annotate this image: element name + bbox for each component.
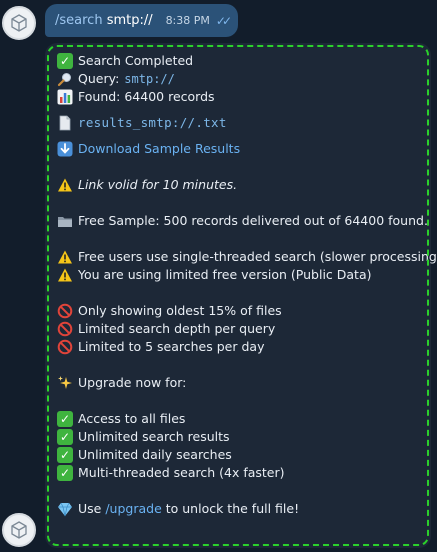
limit-line-1: Only showing oldest 15% of files xyxy=(57,302,421,320)
limit-text: Only showing oldest 15% of files xyxy=(78,303,282,318)
warning-text: Free users use single-threaded search (s… xyxy=(78,249,437,264)
upgrade-heading: Upgrade now for: xyxy=(78,375,187,390)
bar-chart-icon xyxy=(57,89,73,105)
magnifier-icon xyxy=(57,71,73,87)
warning-text: You are using limited free version (Publ… xyxy=(78,267,372,282)
found-line: Found: 64400 records xyxy=(57,88,421,106)
folder-icon xyxy=(57,213,73,229)
warning-line-2: You are using limited free version (Publ… xyxy=(57,266,421,284)
outgoing-message[interactable]: /search smtp:// 8:38 PM ✓✓ xyxy=(45,4,238,37)
query-label: Query: xyxy=(78,71,120,86)
file-attachment[interactable]: results_smtp://.txt xyxy=(57,112,421,134)
gem-icon xyxy=(57,501,73,517)
prohibited-icon xyxy=(57,321,73,337)
warning-icon xyxy=(57,249,73,265)
document-icon xyxy=(57,115,73,131)
limit-line-3: Limited to 5 searches per day xyxy=(57,338,421,356)
warning-icon xyxy=(57,267,73,283)
benefit-text: Unlimited daily searches xyxy=(78,447,232,462)
prohibited-icon xyxy=(57,303,73,319)
benefit-text: Unlimited search results xyxy=(78,429,230,444)
download-line[interactable]: Download Sample Results xyxy=(57,140,421,158)
bot-avatar[interactable] xyxy=(2,513,36,547)
cube-logo-icon xyxy=(11,14,27,32)
free-sample-text: Free Sample: 500 records delivered out o… xyxy=(78,213,428,228)
limit-text: Limited to 5 searches per day xyxy=(78,339,265,354)
warning-icon xyxy=(57,177,73,193)
benefit-line-4: ✓ Multi-threaded search (4x faster) xyxy=(57,464,421,482)
download-sample-link[interactable]: Download Sample Results xyxy=(78,140,240,158)
query-value: smtp:// xyxy=(124,72,175,86)
prohibited-icon xyxy=(57,339,73,355)
command-text: /search xyxy=(55,13,103,28)
found-text: Found: 64400 records xyxy=(78,89,215,104)
bot-avatar[interactable] xyxy=(2,6,36,40)
check-icon: ✓ xyxy=(57,411,73,427)
cta-line: Use /upgrade to unlock the full file! xyxy=(57,500,421,518)
message-time: 8:38 PM xyxy=(165,14,210,27)
cta-prefix: Use xyxy=(78,501,106,516)
link-valid-text: Link volid for 10 minutes. xyxy=(78,177,238,192)
benefit-line-3: ✓ Unlimited daily searches xyxy=(57,446,421,464)
benefit-line-1: ✓ Access to all files xyxy=(57,410,421,428)
free-sample-line: Free Sample: 500 records delivered out o… xyxy=(57,212,428,230)
check-icon: ✓ xyxy=(57,447,73,463)
download-arrow-icon xyxy=(57,141,73,157)
bot-response-message: ✓ Search Completed Query: smtp:// Found:… xyxy=(45,43,437,548)
link-valid-line: Link volid for 10 minutes. xyxy=(57,176,421,194)
status-line: ✓ Search Completed xyxy=(57,52,421,70)
status-text: Search Completed xyxy=(78,53,194,68)
check-icon: ✓ xyxy=(57,429,73,445)
benefit-text: Access to all files xyxy=(78,411,186,426)
benefit-line-2: ✓ Unlimited search results xyxy=(57,428,421,446)
check-icon: ✓ xyxy=(57,465,73,481)
sparkles-icon xyxy=(57,375,73,391)
cube-logo-icon xyxy=(11,521,27,539)
query-text: smtp:// xyxy=(106,13,153,28)
query-line: Query: smtp:// xyxy=(57,70,421,88)
limit-line-2: Limited search depth per query xyxy=(57,320,421,338)
warning-line-1: Free users use single-threaded search (s… xyxy=(57,248,437,266)
cta-suffix: to unlock the full file! xyxy=(161,501,300,516)
check-icon: ✓ xyxy=(57,53,73,69)
double-check-icon: ✓✓ xyxy=(215,13,232,28)
upgrade-heading-line: Upgrade now for: xyxy=(57,374,421,392)
upgrade-command-link[interactable]: /upgrade xyxy=(105,500,161,518)
file-name[interactable]: results_smtp://.txt xyxy=(78,114,227,132)
limit-text: Limited search depth per query xyxy=(78,321,276,336)
benefit-text: Multi-threaded search (4x faster) xyxy=(78,465,285,480)
